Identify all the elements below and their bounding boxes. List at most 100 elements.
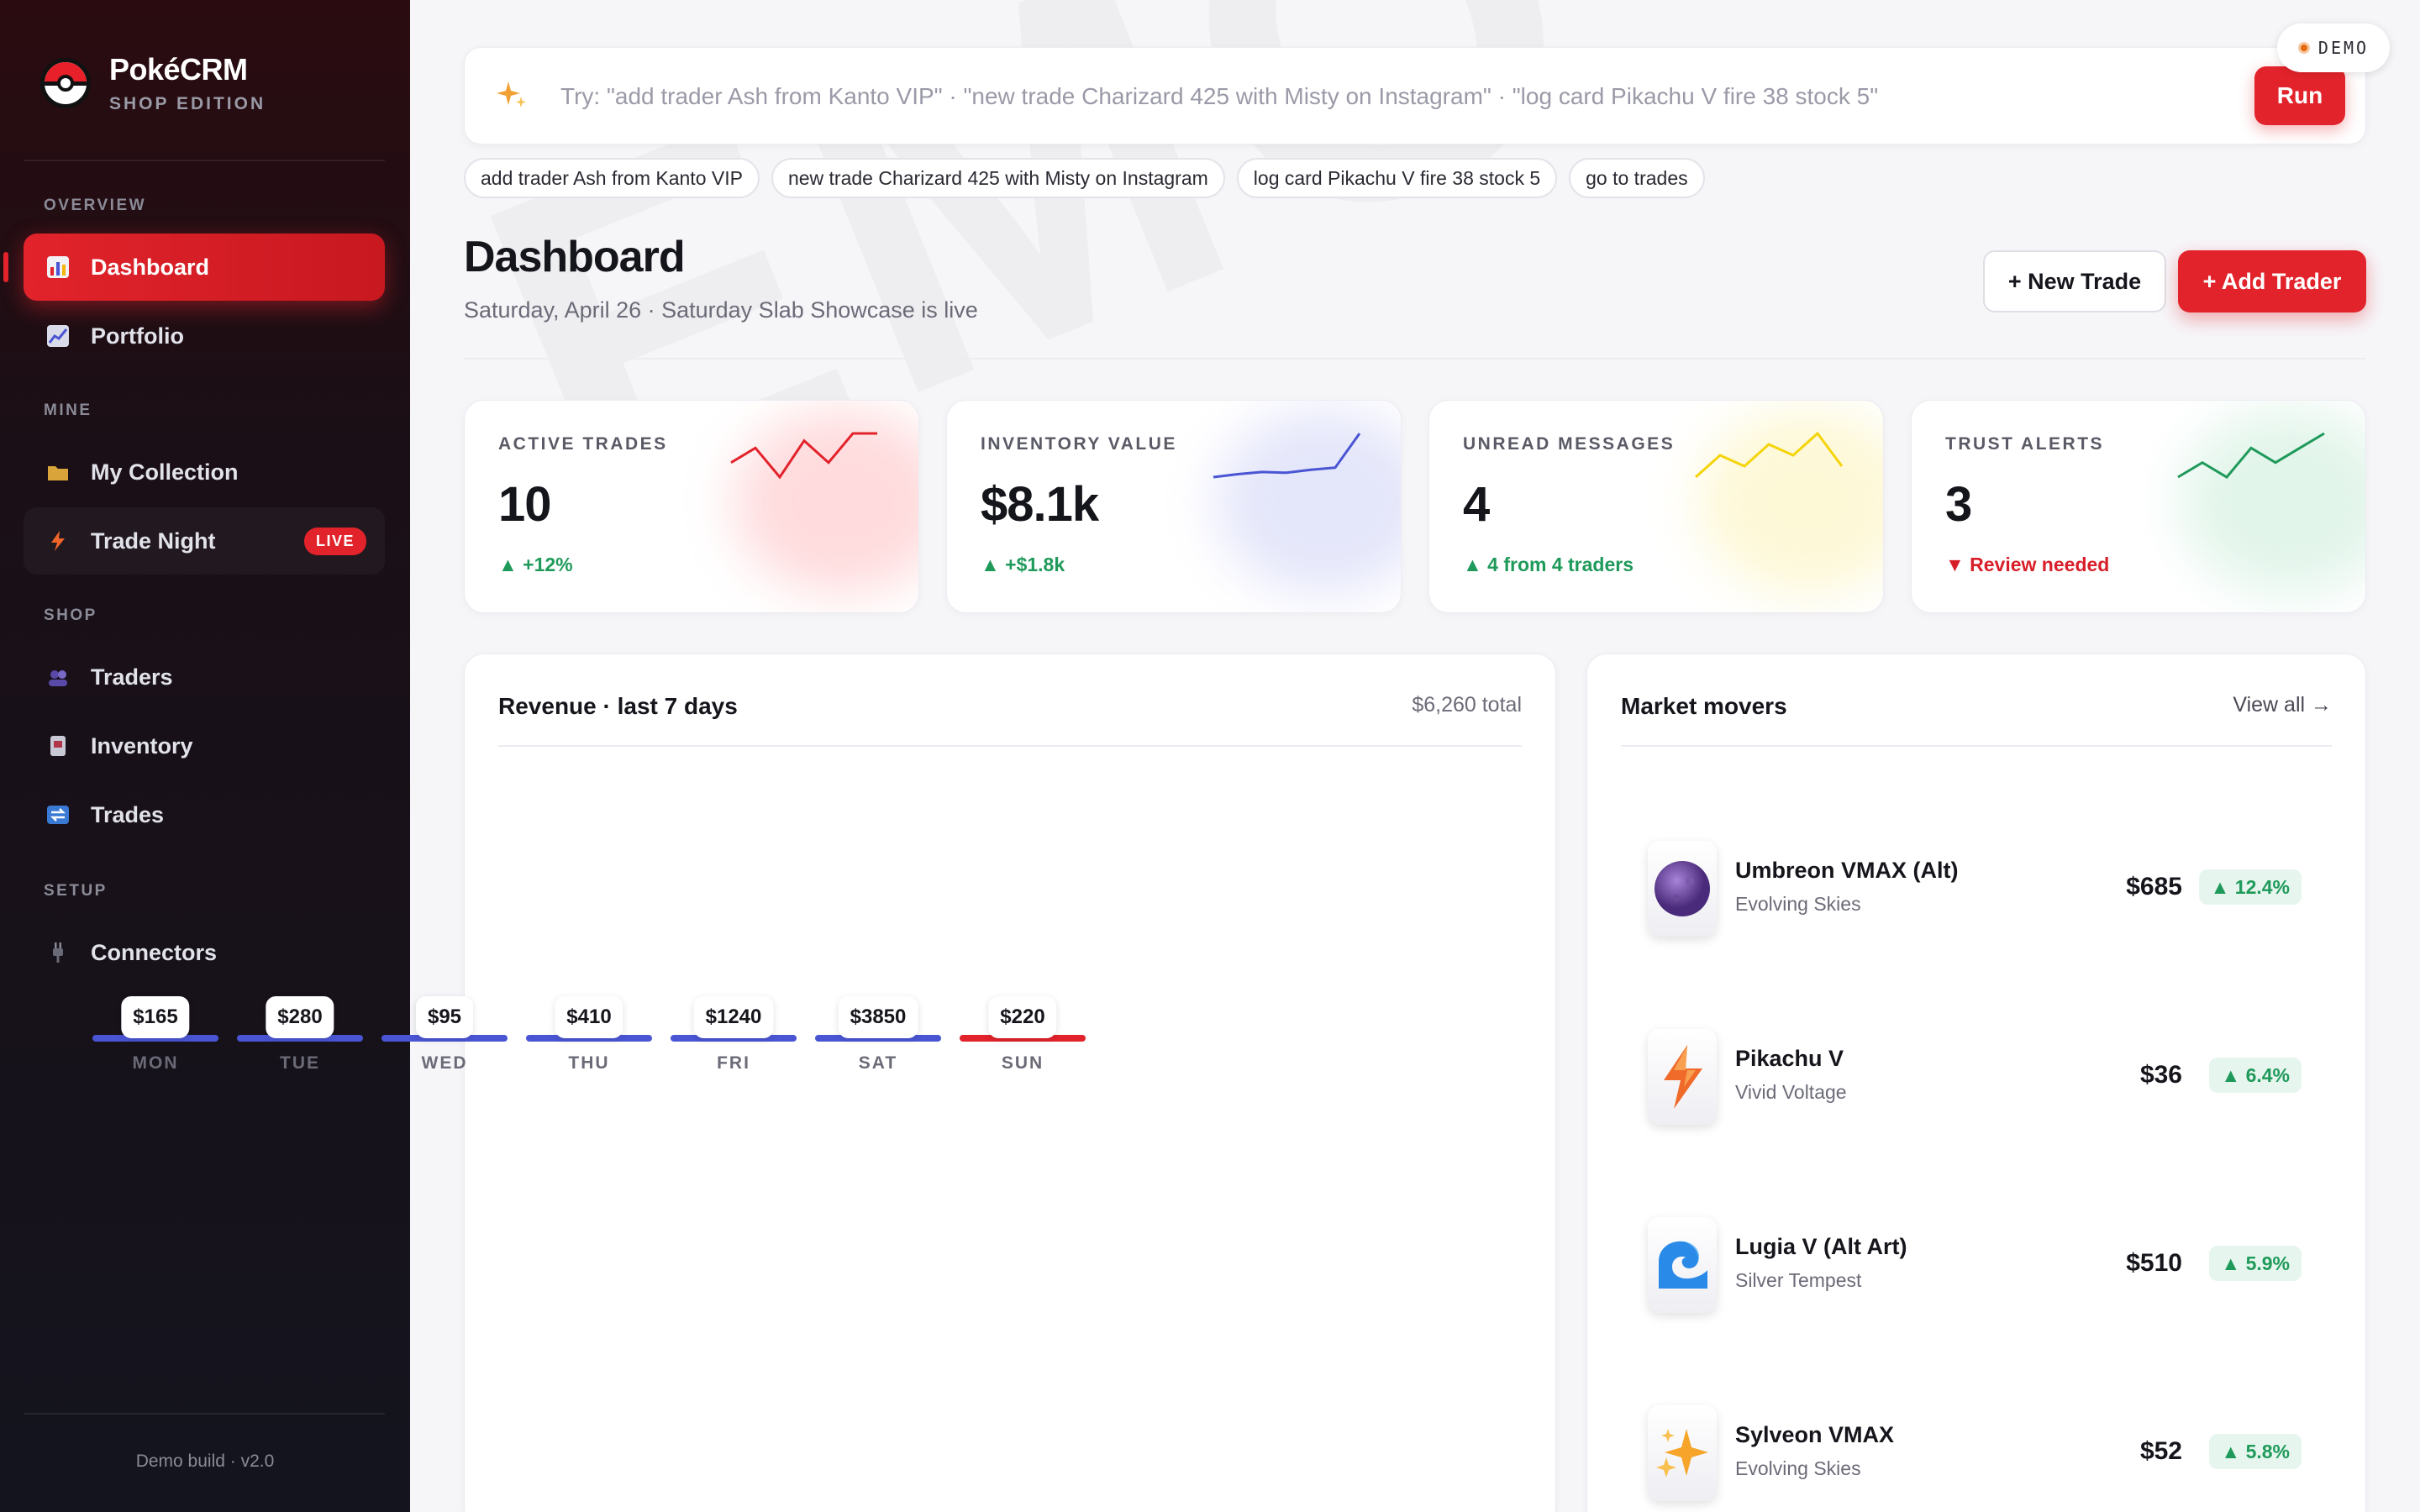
sidebar-item-label: Connectors <box>91 939 218 965</box>
users-icon <box>45 664 71 690</box>
sparkline <box>730 432 877 480</box>
kpi-label: UNREAD MESSAGES <box>1463 434 1676 454</box>
mover-change-badge: ▲ 5.9% <box>2209 1246 2302 1281</box>
mover-price: $52 <box>2139 1437 2182 1465</box>
command-bar: Run <box>464 47 2366 144</box>
kpi-card-inventory-value[interactable]: INVENTORY VALUE $8.1k ▲ +$1.8k <box>946 400 1402 613</box>
pokeball-logo-icon <box>40 58 91 108</box>
suggestion-chip[interactable]: log card Pikachu V fire 38 stock 5 <box>1236 158 1558 198</box>
run-button[interactable]: Run <box>2254 66 2345 125</box>
kpi-card-active-trades[interactable]: ACTIVE TRADES 10 ▲ +12% <box>464 400 919 613</box>
wave-icon <box>1648 1217 1717 1313</box>
bar-value-label: $3850 <box>838 996 918 1038</box>
sidebar-item-portfolio[interactable]: Portfolio <box>24 302 385 370</box>
mover-name: Umbreon VMAX (Alt) <box>1735 858 1959 883</box>
status-dot-icon <box>2297 42 2310 54</box>
revenue-title: Revenue · last 7 days <box>498 693 738 719</box>
revenue-total: $6,260 total <box>1412 693 1522 717</box>
brand[interactable]: PokéCRM SHOP EDITION <box>40 52 266 114</box>
plug-icon <box>45 940 71 965</box>
sidebar-item-label: Traders <box>91 664 173 690</box>
folder-icon <box>45 459 71 485</box>
movers-title: Market movers <box>1621 693 1787 719</box>
mover-name: Sylveon VMAX <box>1735 1422 1895 1447</box>
demo-label: DEMO <box>2317 38 2370 58</box>
kpi-delta: ▲ +$1.8k <box>981 554 1065 575</box>
kpi-value: 10 <box>498 477 552 532</box>
mover-change-badge: ▲ 12.4% <box>2198 869 2302 905</box>
mover-change-badge: ▲ 6.4% <box>2209 1058 2302 1093</box>
bar-value-label: $410 <box>555 996 623 1038</box>
page-title: Dashboard <box>464 233 686 281</box>
mover-price: $36 <box>2139 1061 2182 1089</box>
nav-section-mine: MINE <box>44 402 92 419</box>
sidebar-item-label: Portfolio <box>91 323 184 349</box>
mover-row[interactable]: Pikachu V Vivid Voltage $36 ▲ 6.4% <box>1648 1029 2302 1138</box>
bar-day-label: WED <box>421 1053 468 1073</box>
sparkle-icon <box>495 78 529 120</box>
sidebar-item-trades[interactable]: Trades <box>24 781 385 848</box>
moon-orb-icon <box>1648 841 1717 937</box>
sidebar-divider <box>24 1413 385 1415</box>
live-badge: LIVE <box>303 528 366 555</box>
bar-value-label: $220 <box>988 996 1057 1038</box>
sidebar-item-label: My Collection <box>91 459 239 485</box>
mover-name: Pikachu V <box>1735 1046 1844 1071</box>
sparkline <box>2177 432 2325 479</box>
view-all-link[interactable]: View all → <box>2233 693 2332 717</box>
kpi-value: 3 <box>1945 477 1972 532</box>
bar-value-label: $165 <box>121 996 190 1038</box>
sidebar-divider <box>24 160 385 161</box>
mover-row[interactable]: Lugia V (Alt Art) Silver Tempest $510 ▲ … <box>1648 1217 2302 1326</box>
revenue-panel: Revenue · last 7 days $6,260 total <box>464 654 1556 1512</box>
kpi-card-unread-messages[interactable]: UNREAD MESSAGES 4 ▲ 4 from 4 traders <box>1428 400 1884 613</box>
sidebar-item-my-collection[interactable]: My Collection <box>24 438 385 506</box>
new-trade-button[interactable]: + New Trade <box>1983 250 2166 312</box>
kpi-value: 4 <box>1463 477 1490 532</box>
mover-change-badge: ▲ 5.8% <box>2209 1434 2302 1469</box>
bar-chart-icon <box>45 255 71 280</box>
sidebar-item-connectors[interactable]: Connectors <box>24 919 385 986</box>
suggestion-chip[interactable]: new trade Charizard 425 with Misty on In… <box>771 158 1225 198</box>
suggestion-chip[interactable]: go to trades <box>1569 158 1705 198</box>
mover-price: $510 <box>2126 1249 2182 1277</box>
revenue-bars: $165 MON $280 TUE $95 WED $410 THU $1240… <box>47 996 1086 1080</box>
nav-section-setup: SETUP <box>44 882 108 900</box>
kpi-label: TRUST ALERTS <box>1945 434 2105 454</box>
sidebar-item-label: Trade Night <box>91 528 216 554</box>
app-name: PokéCRM <box>109 52 248 87</box>
suggestion-chip[interactable]: add trader Ash from Kanto VIP <box>464 158 760 198</box>
nav-section-overview: OVERVIEW <box>44 197 147 214</box>
line-chart-icon <box>45 323 71 349</box>
bar-day-label: THU <box>568 1053 610 1073</box>
page-subtitle: Saturday, April 26 · Saturday Slab Showc… <box>464 297 978 323</box>
mover-price: $685 <box>2126 873 2182 900</box>
mover-set: Vivid Voltage <box>1735 1081 1847 1103</box>
nav-section-shop: SHOP <box>44 606 97 624</box>
bar-value-label: $280 <box>266 996 334 1038</box>
mover-set: Evolving Skies <box>1735 893 1861 915</box>
kpi-delta: ▼ Review needed <box>1945 554 2110 575</box>
sidebar: PokéCRM SHOP EDITION OVERVIEW Dashboard … <box>0 0 410 1512</box>
sidebar-item-dashboard[interactable]: Dashboard <box>3 234 385 301</box>
bar-day-label: MON <box>132 1053 179 1073</box>
sidebar-item-trade-night[interactable]: Trade Night LIVE <box>24 507 385 575</box>
suggestion-chips: add trader Ash from Kanto VIP new trade … <box>464 158 1705 198</box>
add-trader-button[interactable]: + Add Trader <box>2178 250 2366 312</box>
demo-badge: DEMO <box>2277 24 2390 72</box>
mover-row[interactable]: Sylveon VMAX Evolving Skies $52 ▲ 5.8% <box>1648 1405 2302 1512</box>
sidebar-item-inventory[interactable]: Inventory <box>24 712 385 780</box>
bar-day-label: SAT <box>858 1053 898 1073</box>
exchange-icon <box>45 802 71 827</box>
kpi-delta: ▲ +12% <box>498 554 573 575</box>
sidebar-item-traders[interactable]: Traders <box>24 643 385 711</box>
kpi-card-trust-alerts[interactable]: TRUST ALERTS 3 ▼ Review needed <box>1911 400 2366 613</box>
panel-divider <box>498 745 1522 747</box>
command-input[interactable] <box>560 76 2207 117</box>
mover-name: Lugia V (Alt Art) <box>1735 1234 1907 1259</box>
lightning-icon <box>1648 1029 1717 1125</box>
mover-row[interactable]: Umbreon VMAX (Alt) Evolving Skies $685 ▲… <box>1648 841 2302 950</box>
market-movers-panel: Market movers View all → Umbreon VMAX (A… <box>1586 654 2366 1512</box>
mover-set: Evolving Skies <box>1735 1457 1861 1479</box>
card-icon <box>45 733 71 759</box>
